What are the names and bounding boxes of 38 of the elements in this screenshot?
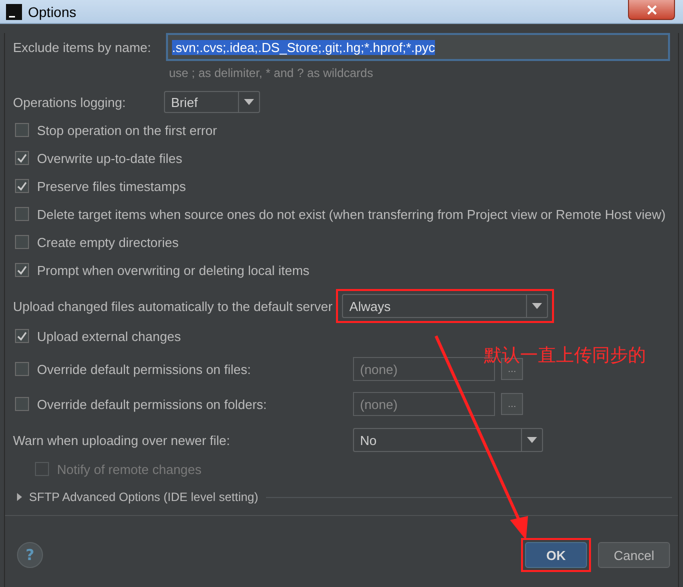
checkbox-label: Upload external changes — [37, 328, 181, 344]
close-icon — [646, 4, 656, 14]
checkbox-label: Delete target items when source ones do not exist (when transferring from Project view or Remote Host view) — [37, 206, 666, 222]
app-icon — [6, 4, 22, 20]
field-label: Warn when uploading over newer file: — [12, 432, 232, 448]
checkbox[interactable] — [15, 207, 29, 221]
checkbox[interactable] — [15, 151, 29, 165]
checkbox-label: Preserve files timestamps — [37, 178, 186, 194]
input-field: (none) — [353, 392, 495, 416]
close-button[interactable] — [628, 0, 675, 20]
expand-toggle[interactable] — [15, 493, 23, 501]
cancel-button[interactable]: Cancel — [598, 542, 670, 568]
checkbox[interactable] — [15, 123, 29, 137]
dropdown[interactable]: No — [353, 428, 543, 452]
checkbox-label: Create empty directories — [37, 234, 179, 250]
checkbox[interactable] — [15, 235, 29, 249]
field-label: Upload changed files automatically to the default server — [12, 298, 332, 314]
checkbox[interactable] — [15, 329, 29, 343]
checkbox-label: Stop operation on the first error — [37, 122, 217, 138]
window-title: Options — [28, 4, 78, 20]
checkbox[interactable] — [15, 263, 29, 277]
checkbox-label: Prompt when overwriting or deleting local items — [37, 262, 310, 278]
checkbox-label: Notify of remote changes — [57, 462, 202, 476]
checkbox-label: Overwrite up-to-date files — [37, 150, 182, 166]
caret-icon — [244, 99, 254, 105]
dropdown[interactable]: Always — [342, 294, 548, 318]
hint-text: use ; as delimiter, * and ? as wildcards — [169, 66, 374, 80]
input-field[interactable]: .svn;.cvs;.idea;.DS_Store;.git;.hg;*.hprof;*.pyc — [166, 33, 670, 61]
caret-icon — [532, 303, 542, 309]
ok-button[interactable]: OK — [525, 542, 587, 568]
checkbox[interactable] — [15, 179, 29, 193]
field-label: Operations logging: — [12, 94, 127, 110]
section-title: SFTP Advanced Options (IDE level setting) — [29, 490, 258, 504]
field-label: Exclude items by name: — [12, 40, 152, 54]
checkbox-label: Override default permissions on folders: — [37, 396, 267, 412]
checkbox-label: Override default permissions on files: — [37, 362, 251, 376]
caret-icon — [527, 437, 537, 443]
dropdown[interactable]: Brief — [164, 91, 260, 113]
